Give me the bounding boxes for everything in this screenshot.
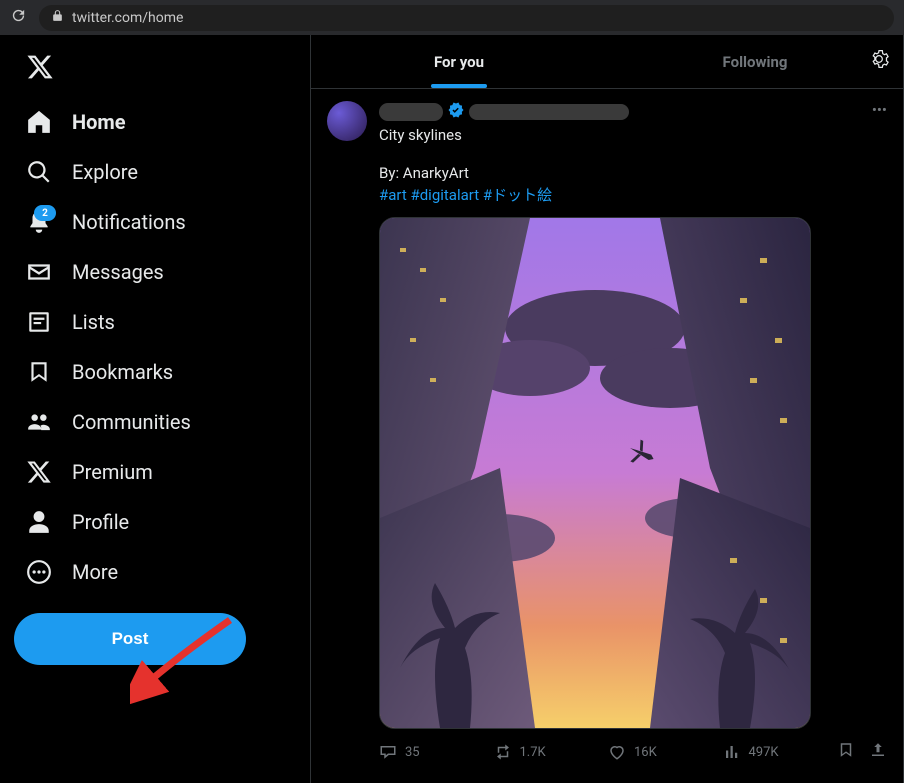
nav-bookmarks[interactable]: Bookmarks bbox=[14, 347, 302, 397]
retweet-button[interactable]: 1.7K bbox=[494, 743, 609, 761]
tweet-hashtags[interactable]: #art #digitalart #ドット絵 bbox=[379, 185, 887, 205]
envelope-icon bbox=[26, 259, 52, 285]
tweet-more-icon[interactable]: ••• bbox=[872, 101, 887, 119]
x-icon bbox=[26, 459, 52, 485]
nav-label: Profile bbox=[72, 510, 129, 534]
tweet-header bbox=[379, 101, 887, 123]
feed[interactable]: ••• City skylines By: AnarkyArt #art #di… bbox=[311, 89, 903, 775]
tweet-image[interactable] bbox=[379, 217, 811, 729]
bookmark-icon bbox=[26, 359, 52, 385]
notifications-badge: 2 bbox=[34, 205, 56, 221]
nav-home[interactable]: Home bbox=[14, 97, 302, 147]
more-icon bbox=[26, 559, 52, 585]
lock-icon bbox=[51, 9, 64, 26]
share-button[interactable] bbox=[869, 741, 887, 763]
tab-following[interactable]: Following bbox=[607, 35, 903, 88]
nav-label: Explore bbox=[72, 160, 138, 184]
nav-premium[interactable]: Premium bbox=[14, 447, 302, 497]
search-icon bbox=[26, 159, 52, 185]
list-icon bbox=[26, 309, 52, 335]
nav-explore[interactable]: Explore bbox=[14, 147, 302, 197]
nav-more[interactable]: More bbox=[14, 547, 302, 597]
tab-for-you[interactable]: For you bbox=[311, 35, 607, 88]
display-name-redacted bbox=[379, 103, 443, 121]
nav-label: More bbox=[72, 560, 118, 584]
handle-redacted bbox=[469, 104, 629, 120]
nav-lists[interactable]: Lists bbox=[14, 297, 302, 347]
home-icon bbox=[26, 109, 52, 135]
timeline-settings-icon[interactable] bbox=[869, 49, 889, 73]
browser-address-bar: twitter.com/home bbox=[0, 0, 904, 35]
like-button[interactable]: 16K bbox=[608, 743, 723, 761]
url-bar[interactable]: twitter.com/home bbox=[39, 5, 894, 31]
tweet-text: City skylines bbox=[379, 125, 887, 145]
nav-communities[interactable]: Communities bbox=[14, 397, 302, 447]
communities-icon bbox=[26, 409, 52, 435]
nav-label: Bookmarks bbox=[72, 360, 173, 384]
nav-profile[interactable]: Profile bbox=[14, 497, 302, 547]
bell-icon: 2 bbox=[26, 209, 52, 235]
nav-label: Premium bbox=[72, 460, 153, 484]
nav-notifications[interactable]: 2 Notifications bbox=[14, 197, 302, 247]
x-logo[interactable] bbox=[14, 43, 302, 95]
sidebar: Home Explore 2 Notifications Messages Li… bbox=[0, 35, 310, 783]
reply-button[interactable]: 35 bbox=[379, 743, 494, 761]
tweet-byline: By: AnarkyArt bbox=[379, 163, 887, 183]
url-text: twitter.com/home bbox=[72, 10, 183, 26]
nav-label: Messages bbox=[72, 260, 164, 284]
post-button[interactable]: Post bbox=[14, 613, 246, 665]
verified-badge-icon bbox=[447, 101, 465, 123]
nav-label: Home bbox=[72, 110, 126, 134]
bookmark-button[interactable] bbox=[837, 741, 855, 763]
timeline-tabs: For you Following bbox=[311, 35, 903, 89]
avatar[interactable] bbox=[327, 101, 367, 141]
tweet[interactable]: ••• City skylines By: AnarkyArt #art #di… bbox=[311, 89, 903, 775]
nav-label: Communities bbox=[72, 410, 191, 434]
nav-label: Lists bbox=[72, 310, 115, 334]
profile-icon bbox=[26, 509, 52, 535]
main-column: For you Following ••• City skylines By: … bbox=[310, 35, 904, 783]
views-button[interactable]: 497K bbox=[723, 743, 838, 761]
reload-icon[interactable] bbox=[10, 7, 27, 28]
nav-label: Notifications bbox=[72, 210, 186, 234]
nav-messages[interactable]: Messages bbox=[14, 247, 302, 297]
tweet-actions: 35 1.7K 16K 497K bbox=[379, 741, 887, 763]
